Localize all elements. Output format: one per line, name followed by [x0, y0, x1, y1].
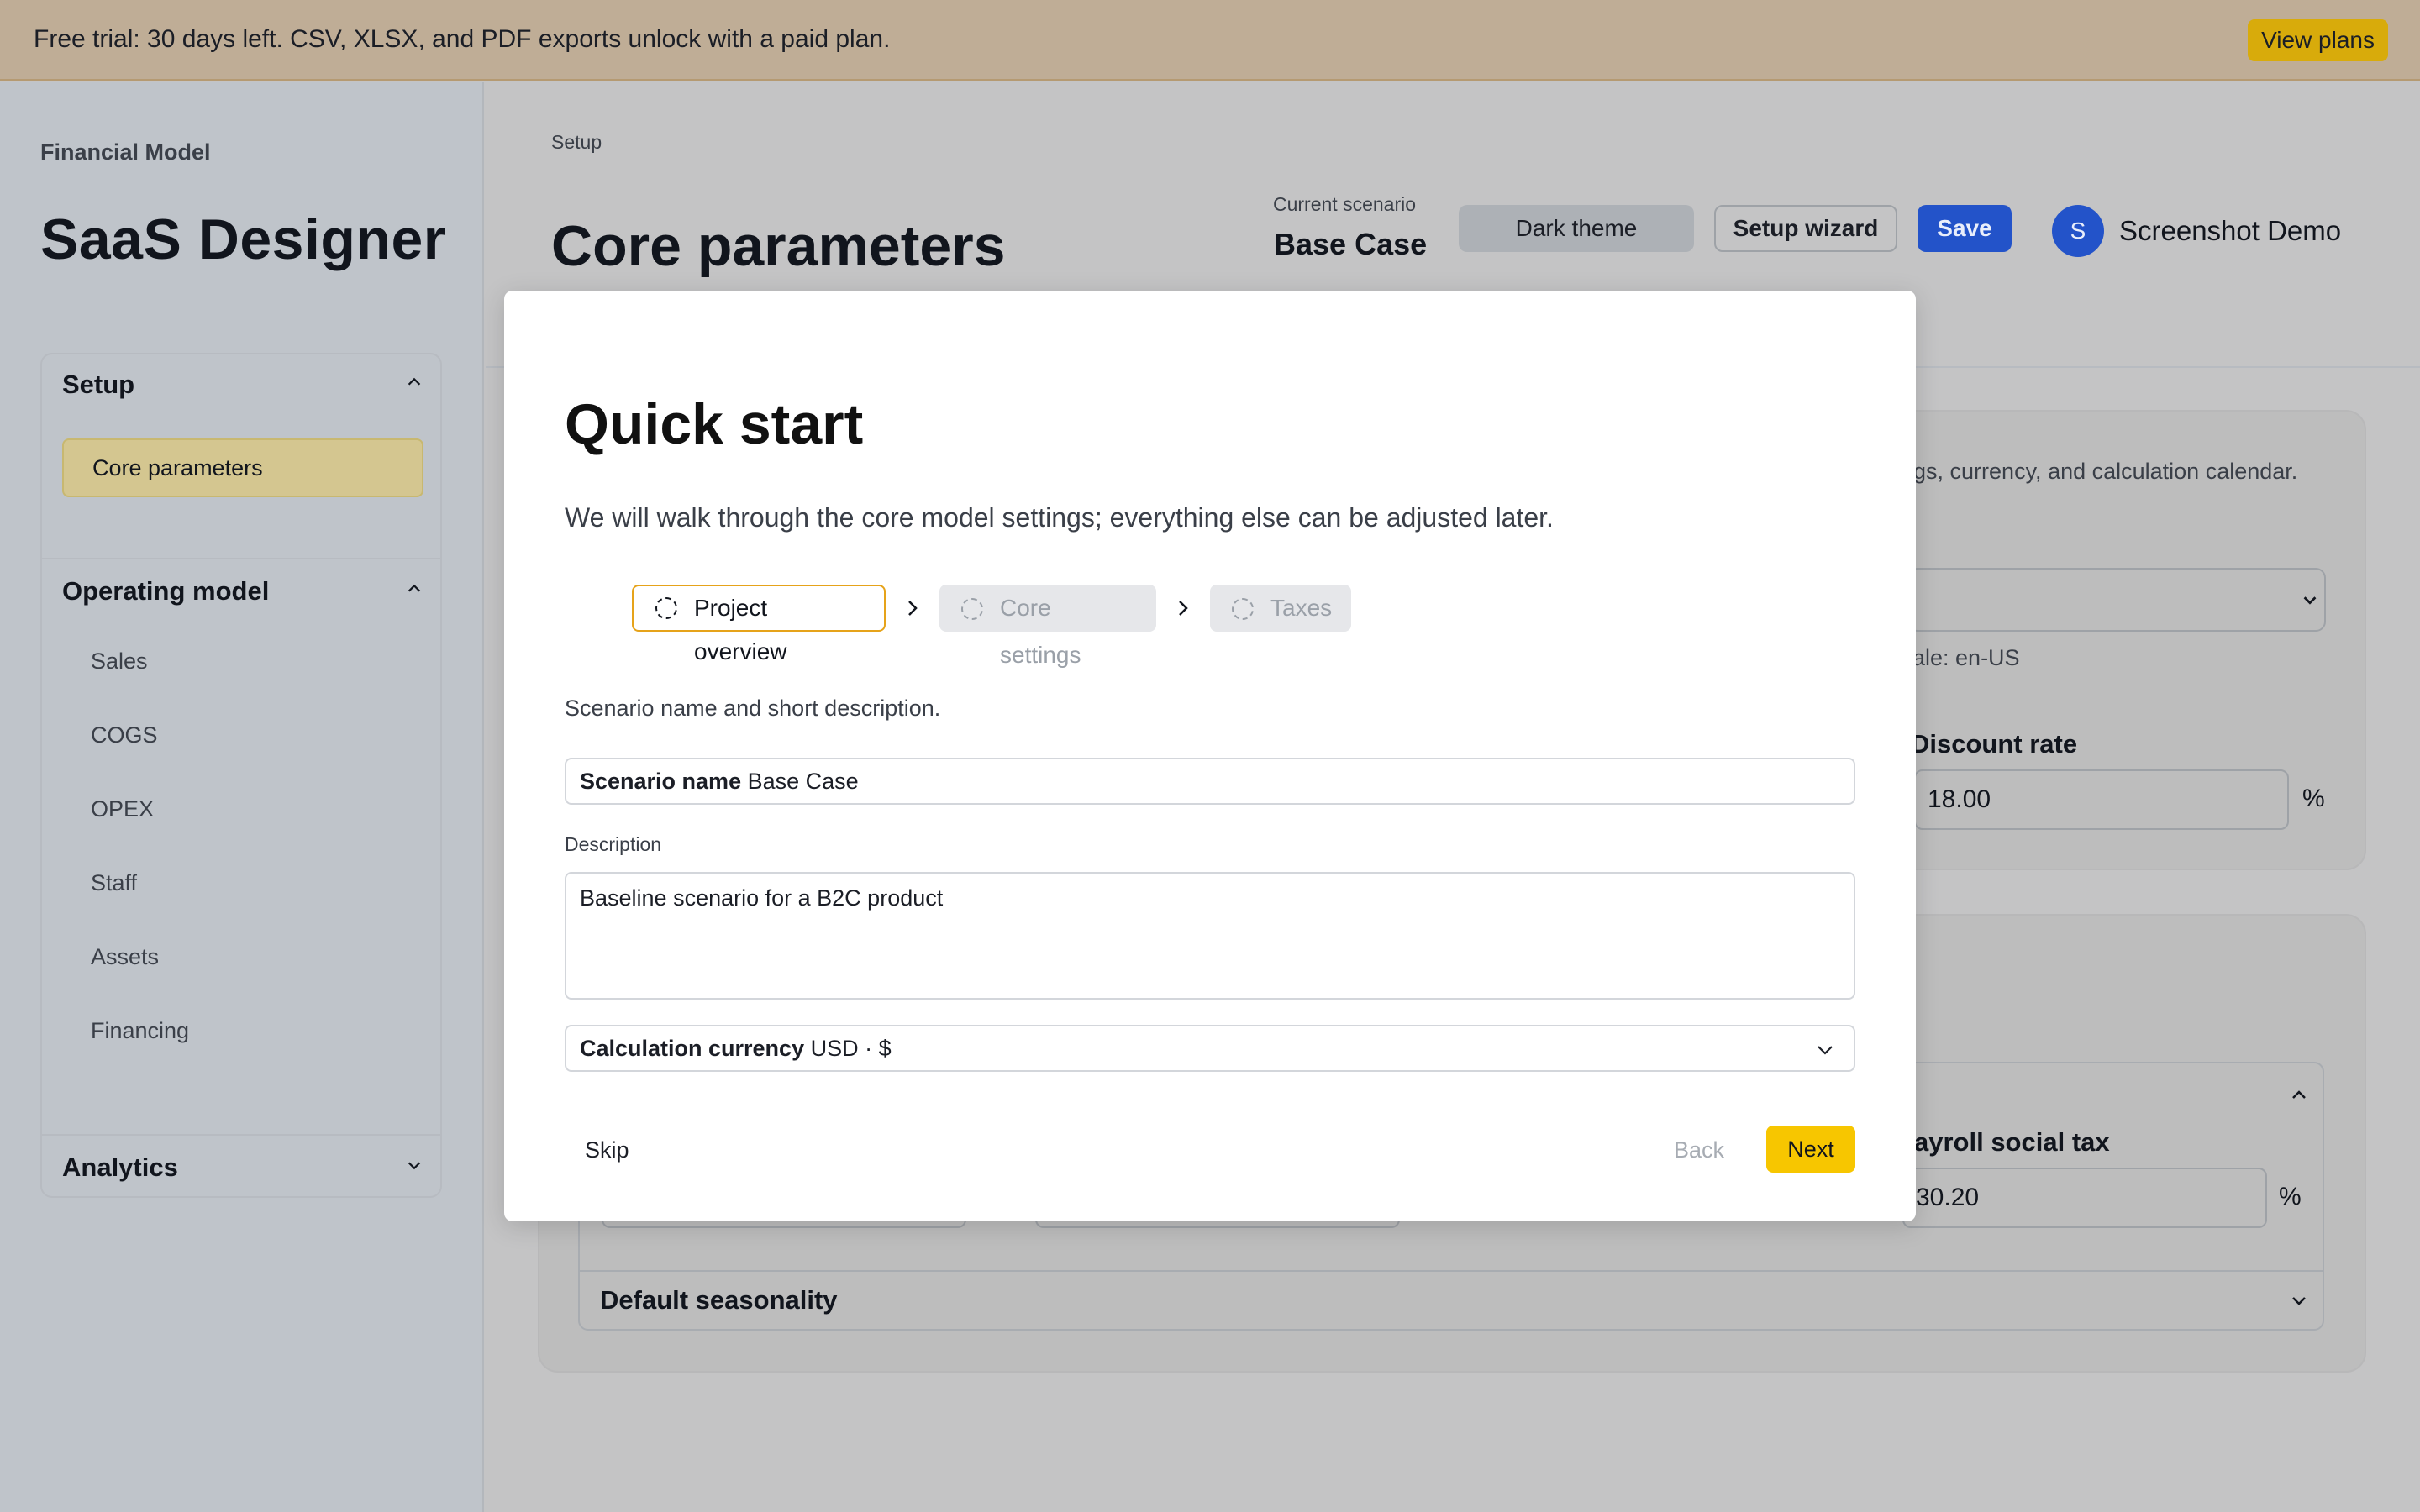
chevron-up-icon: [408, 377, 421, 386]
back-button[interactable]: Back: [1674, 1137, 1724, 1163]
save-button[interactable]: Save: [1918, 205, 2012, 252]
locale-select[interactable]: [1907, 568, 2326, 632]
default-seasonality-header[interactable]: Default seasonality: [600, 1285, 838, 1315]
page-title: Core parameters: [551, 214, 1006, 278]
sidebar-item-assets[interactable]: Assets: [62, 927, 424, 986]
sidebar-section-analytics[interactable]: Analytics: [62, 1152, 424, 1183]
chevron-up-icon: [408, 584, 421, 592]
sidebar-item-financing[interactable]: Financing: [62, 1001, 424, 1060]
trial-banner: Free trial: 30 days left. CSV, XLSX, and…: [0, 0, 2420, 81]
sidebar-item-sales[interactable]: Sales: [62, 632, 424, 690]
step-core-settings[interactable]: Core settings: [939, 585, 1156, 668]
app-label: Financial Model: [40, 139, 211, 165]
sidebar-item-opex[interactable]: OPEX: [62, 780, 424, 838]
step-status-icon: [1232, 598, 1254, 620]
sidebar-item-cogs[interactable]: COGS: [62, 706, 424, 764]
step-subtitle: Scenario name and short description.: [565, 696, 941, 721]
chevron-right-icon: [908, 601, 918, 616]
chevron-up-icon[interactable]: [2289, 1085, 2309, 1105]
divider: [42, 1134, 440, 1136]
step-label: Project overview: [694, 595, 787, 664]
step-label: Taxes: [1270, 595, 1333, 621]
step-project-overview[interactable]: Project overview: [632, 585, 886, 664]
description-label: Description: [565, 833, 662, 855]
user-name[interactable]: Screenshot Demo: [2119, 215, 2341, 247]
app-title: SaaS Designer: [40, 207, 446, 271]
step-taxes[interactable]: Taxes: [1210, 585, 1351, 632]
scenario-name-value: Base Case: [747, 769, 859, 794]
card-description: ngs, currency, and calculation calendar.: [1901, 459, 2298, 484]
step-status-icon: [655, 597, 677, 619]
chevron-down-icon[interactable]: [2289, 1290, 2309, 1310]
step-label: Core settings: [1000, 595, 1081, 668]
payroll-tax-label: ayroll social tax: [1914, 1127, 2110, 1157]
currency-value: USD · $: [810, 1036, 892, 1061]
scenario-name-field[interactable]: Scenario name Base Case: [565, 758, 1855, 805]
sidebar-item-staff[interactable]: Staff: [62, 853, 424, 912]
chevron-down-icon: [2303, 596, 2317, 605]
divider: [42, 558, 440, 559]
view-plans-button[interactable]: View plans: [2248, 19, 2388, 61]
sidebar: Financial Model SaaS Designer Setup Core…: [0, 82, 484, 1512]
currency-label: Calculation currency: [580, 1036, 805, 1061]
percent-unit: %: [2302, 785, 2325, 812]
scenario-value[interactable]: Base Case: [1274, 227, 1427, 262]
dialog-description: We will walk through the core model sett…: [565, 502, 1554, 533]
dialog-title: Quick start: [565, 392, 864, 456]
description-textarea[interactable]: Baseline scenario for a B2C product: [565, 872, 1855, 1000]
chevron-right-icon: [1179, 601, 1188, 616]
discount-rate-input[interactable]: 18.00: [1914, 769, 2289, 830]
sidebar-section-label: Setup: [62, 370, 135, 399]
skip-button[interactable]: Skip: [585, 1137, 629, 1163]
payroll-tax-input[interactable]: 30.20: [1902, 1168, 2267, 1228]
scenario-label: Current scenario: [1273, 193, 1417, 215]
divider: [580, 1270, 2323, 1272]
next-button[interactable]: Next: [1766, 1126, 1855, 1173]
trial-banner-text: Free trial: 30 days left. CSV, XLSX, and…: [34, 25, 891, 53]
locale-hint: ale: en-US: [1912, 645, 2020, 670]
chevron-down-icon: [408, 1162, 421, 1170]
sidebar-item-core-parameters[interactable]: Core parameters: [62, 438, 424, 497]
setup-wizard-button[interactable]: Setup wizard: [1714, 205, 1897, 252]
breadcrumb[interactable]: Setup: [551, 131, 602, 154]
step-status-icon: [961, 598, 983, 620]
sidebar-nav: Setup Core parameters Operating model Sa…: [40, 353, 442, 1198]
dark-theme-button[interactable]: Dark theme: [1459, 205, 1694, 252]
scenario-name-label: Scenario name: [580, 769, 742, 794]
sidebar-section-setup[interactable]: Setup: [62, 370, 424, 400]
quick-start-dialog: Quick start We will walk through the cor…: [504, 291, 1916, 1221]
calculation-currency-select[interactable]: Calculation currency USD · $: [565, 1025, 1855, 1072]
sidebar-section-operating-model[interactable]: Operating model: [62, 576, 424, 606]
avatar[interactable]: S: [2052, 205, 2104, 257]
sidebar-section-label: Operating model: [62, 576, 270, 606]
percent-unit: %: [2279, 1183, 2302, 1210]
discount-rate-label: Discount rate: [1911, 729, 2078, 759]
sidebar-section-label: Analytics: [62, 1152, 178, 1182]
chevron-down-icon: [1818, 1046, 1833, 1055]
